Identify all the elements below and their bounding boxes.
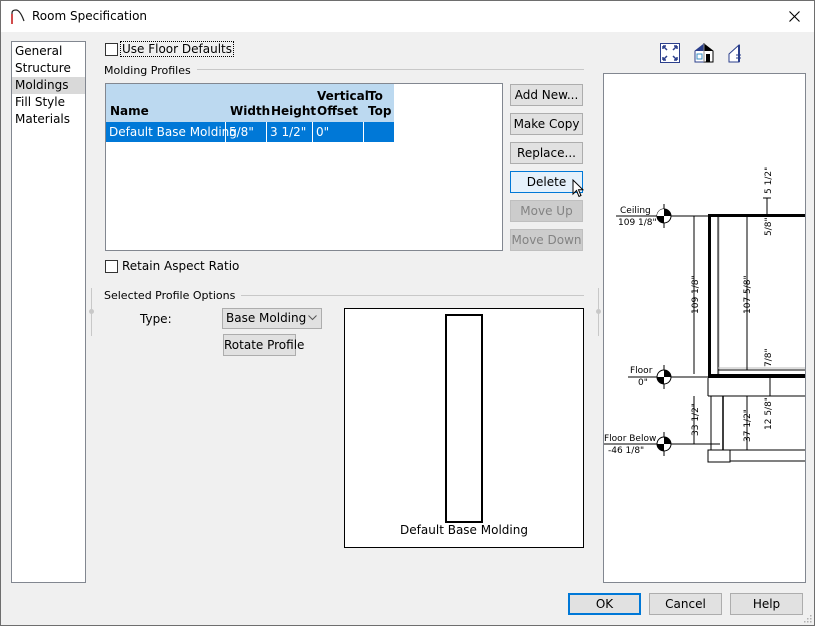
cell-height: 3 1/2"	[267, 122, 313, 142]
dim-ceiling-thick-label: 5/8"	[764, 217, 774, 236]
app-arch-icon	[11, 9, 25, 24]
molding-profiles-table[interactable]: Name Width Height Vertical Offset To Top…	[105, 83, 503, 251]
ceiling-elevation-label: 109 1/8"	[618, 218, 657, 228]
use-floor-defaults-label[interactable]: Use Floor Defaults	[120, 41, 234, 57]
column-header-name[interactable]: Name	[106, 84, 226, 122]
selected-profile-options-label: Selected Profile Options	[104, 289, 242, 302]
close-icon	[788, 11, 800, 22]
use-floor-defaults-checkbox[interactable]	[105, 43, 118, 56]
profile-preview: Default Base Molding	[344, 308, 584, 548]
floor-below-elevation-label: -46 1/8"	[608, 446, 644, 456]
floor-line	[708, 374, 805, 378]
nav-item-materials[interactable]: Materials	[12, 111, 85, 128]
close-button[interactable]	[774, 1, 814, 32]
make-copy-button[interactable]: Make Copy	[510, 113, 583, 135]
dim-lower-left-label: 33 1/2"	[691, 403, 701, 436]
window-title: Room Specification	[32, 9, 148, 23]
exterior-view-button[interactable]	[693, 42, 715, 65]
ceiling-label: Ceiling	[620, 206, 651, 216]
ok-button[interactable]: OK	[568, 593, 641, 615]
column-header-to-top-line1: To	[368, 89, 383, 103]
lower-plate	[707, 449, 731, 463]
section-view-button[interactable]	[728, 43, 750, 65]
cell-to-top	[364, 122, 394, 142]
dim-floor-finish-label: 7/8"	[764, 348, 774, 367]
retain-aspect-ratio-label[interactable]: Retain Aspect Ratio	[122, 259, 239, 273]
column-header-to-top-line2: Top	[368, 104, 392, 118]
dim-floor-struct-label: 12 5/8"	[764, 397, 774, 430]
column-header-vertical-offset-line2: Offset	[317, 104, 358, 118]
floor-elevation-label: 0"	[638, 378, 648, 388]
retain-aspect-ratio-checkbox[interactable]	[105, 260, 118, 273]
cross-section-drawing: Ceiling 109 1/8" Floor 0" Floor Below -4	[604, 167, 805, 463]
section-view-icon	[728, 43, 741, 63]
right-splitter-grip[interactable]	[596, 309, 601, 314]
column-header-height[interactable]: Height	[267, 84, 316, 122]
table-row[interactable]: Default Base Molding 5/8" 3 1/2" 0"	[106, 122, 394, 142]
fit-to-window-button[interactable]	[660, 43, 682, 65]
cancel-button[interactable]: Cancel	[649, 593, 722, 615]
dim-inner-height-label: 107 5/8"	[743, 275, 753, 314]
ceiling-line	[708, 214, 805, 217]
title-bar: Room Specification	[1, 1, 814, 32]
room-specification-dialog: Room Specification General Structure Mol…	[0, 0, 815, 626]
type-label: Type:	[140, 312, 172, 326]
nav-item-structure[interactable]: Structure	[12, 60, 85, 77]
add-new-button[interactable]: Add New...	[510, 84, 583, 106]
category-list[interactable]: General Structure Moldings Fill Style Ma…	[11, 41, 86, 583]
floor-label: Floor	[630, 366, 653, 376]
molding-profile-shape	[445, 314, 483, 523]
dim-top-label: 5 1/2"	[764, 167, 774, 194]
cross-section-preview[interactable]: Ceiling 109 1/8" Floor 0" Floor Below -4	[603, 73, 806, 583]
mouse-cursor-icon	[572, 179, 584, 198]
help-button[interactable]: Help	[730, 593, 803, 615]
move-down-button[interactable]: Move Down	[510, 229, 583, 251]
floor-below-label: Floor Below	[604, 434, 656, 444]
table-header: Name Width Height Vertical Offset To Top	[106, 84, 394, 122]
type-select-value: Base Molding	[226, 311, 307, 325]
resize-grip-icon[interactable]	[802, 613, 812, 623]
move-up-button[interactable]: Move Up	[510, 200, 583, 222]
cell-width: 5/8"	[226, 122, 267, 142]
wall-outer-line	[708, 215, 711, 378]
chevron-down-icon	[308, 315, 317, 321]
left-splitter-grip[interactable]	[89, 309, 94, 314]
cell-name: Default Base Molding	[106, 122, 237, 142]
column-header-to-top[interactable]: To Top	[364, 84, 394, 122]
fit-to-window-icon	[660, 43, 680, 63]
rotate-profile-button[interactable]: Rotate Profile	[223, 334, 304, 356]
preview-caption: Default Base Molding	[400, 523, 528, 537]
column-header-vertical-offset-line1: Vertical	[317, 89, 369, 103]
nav-item-fill-style[interactable]: Fill Style	[12, 94, 85, 111]
dim-total-height-label: 109 1/8"	[691, 275, 701, 314]
nav-item-moldings[interactable]: Moldings	[12, 77, 85, 94]
exterior-view-icon	[694, 42, 714, 63]
nav-item-general[interactable]: General	[12, 43, 85, 60]
ceiling-marker-icon	[656, 204, 672, 228]
cell-vertical-offset: 0"	[313, 122, 364, 142]
column-header-vertical-offset[interactable]: Vertical Offset	[313, 84, 369, 122]
molding-profiles-group-label: Molding Profiles	[104, 64, 197, 77]
floor-marker-icon	[656, 365, 672, 389]
type-select[interactable]: Base Molding	[222, 308, 322, 329]
replace-button[interactable]: Replace...	[510, 142, 583, 164]
floor-below-marker-icon	[656, 432, 672, 456]
dim-lower-inner-label: 37 1/2"	[743, 409, 753, 442]
column-header-width[interactable]: Width	[226, 84, 270, 122]
